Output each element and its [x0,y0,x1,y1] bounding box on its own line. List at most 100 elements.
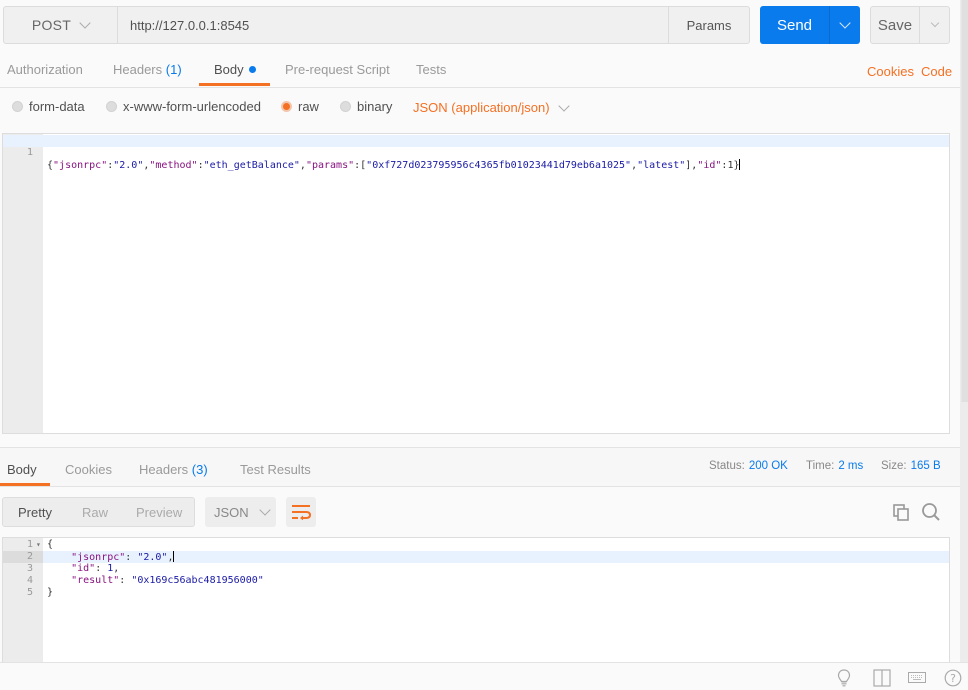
method-select[interactable]: POST [3,6,118,44]
tab-headers[interactable]: Headers (1) [113,62,182,77]
json-string: "2.0" [137,552,168,563]
text-cursor [739,159,741,170]
tips-button[interactable] [835,669,853,687]
json-punct: :[ [354,160,367,171]
json-string: "0xf727d023795956c4365fb01023441d79eb6a1… [366,160,632,171]
response-view-mode: Pretty Raw Preview [2,497,195,527]
radio-raw[interactable]: raw [281,99,319,114]
radio-button-selected[interactable] [281,101,292,112]
tab-headers-label: Headers [113,62,163,77]
json-key: "result" [71,575,120,586]
format-label: JSON [214,504,249,520]
active-tab-indicator [199,83,270,86]
time-value: 2 ms [838,460,864,472]
view-pretty[interactable]: Pretty [18,505,52,520]
radio-button[interactable] [12,101,23,112]
line-number: 1 [26,147,33,158]
radio-button[interactable] [340,101,351,112]
response-time: Time: 2 ms [806,460,863,472]
url-input[interactable]: http://127.0.0.1:8545 [118,6,669,44]
code-text: } [47,587,53,599]
wrap-lines-button[interactable] [286,497,316,527]
code-link[interactable]: Code [921,64,952,79]
help-icon: ? [944,669,962,687]
radio-urlencoded[interactable]: x-www-form-urlencoded [106,99,261,114]
lightbulb-icon [837,669,851,687]
send-dropdown-button[interactable] [829,6,860,44]
text-cursor [173,551,175,562]
send-button[interactable]: Send [760,6,829,44]
keyboard-shortcuts-button[interactable] [908,669,926,687]
tab-tests[interactable]: Tests [416,62,446,77]
size-value: 165 B [910,460,941,472]
tab-pre-request-script[interactable]: Pre-request Script [285,62,390,77]
fold-toggle-icon[interactable]: ▾ [36,539,41,551]
json-punct: ], [685,160,698,171]
save-dropdown-button[interactable] [919,6,950,44]
size-label: Size: [881,460,907,472]
radio-form-data[interactable]: form-data [12,99,85,114]
json-string: "latest" [637,160,686,171]
status-value: 200 OK [748,460,788,472]
modified-dot-icon [248,66,256,73]
tab-authorization[interactable]: Authorization [7,62,83,77]
response-tab-headers[interactable]: Headers (3) [139,462,208,477]
headers-count: (1) [165,62,182,77]
json-string: "0x169c56abc481956000" [131,575,264,586]
json-key: "params" [305,160,355,171]
vertical-scrollbar[interactable] [960,0,968,690]
save-button[interactable]: Save [870,6,920,44]
json-punct: , [113,563,120,574]
view-raw[interactable]: Raw [82,505,108,520]
postman-main: POST http://127.0.0.1:8545 Params Send S… [0,0,960,690]
params-button[interactable]: Params [668,6,750,44]
response-header: Body Cookies Headers (3) Test Results St… [0,447,960,487]
method-label: POST [31,17,72,33]
code-text: { [47,539,53,551]
cookies-link[interactable]: Cookies [867,64,914,79]
response-headers-count: (3) [191,462,208,477]
json-key: "id" [697,160,722,171]
tab-body-label: Body [214,62,244,77]
response-status: Status: 200 OK [709,460,788,472]
response-tab-headers-label: Headers [139,462,189,477]
json-punct: { [47,539,54,550]
scrollbar-thumb[interactable] [961,0,968,402]
editor-line: 1 {"jsonrpc":"2.0","method":"eth_getBala… [3,135,949,171]
code-text: {"jsonrpc":"2.0","method":"eth_getBalanc… [47,159,741,172]
response-tab-cookies[interactable]: Cookies [65,462,112,477]
line-number: 2 [3,551,43,563]
radio-button[interactable] [106,101,117,112]
response-format-select[interactable]: JSON [205,497,276,527]
radio-binary[interactable]: binary [340,99,392,114]
status-bar: ? [0,662,968,690]
copy-icon [893,504,909,521]
svg-text:?: ? [950,672,956,685]
radio-label: x-www-form-urlencoded [123,99,261,114]
radio-label: form-data [29,99,85,114]
copy-button[interactable] [890,501,912,523]
response-line: 3 "id": 1, [3,563,949,575]
json-key: "jsonrpc" [71,552,126,563]
json-key: "jsonrpc" [53,160,108,171]
view-preview[interactable]: Preview [136,505,182,520]
two-pane-icon [873,669,891,687]
two-pane-view-button[interactable] [873,669,891,687]
request-tabs: Authorization Headers (1) Body Pre-reque… [0,52,960,88]
request-body-editor[interactable]: 1 {"jsonrpc":"2.0","method":"eth_getBala… [2,133,950,434]
time-label: Time: [806,460,835,472]
search-button[interactable] [920,501,942,523]
response-body-viewer[interactable]: 1 ▾{2 "jsonrpc": "2.0", 3 "id": 1, 4 "resul… [2,537,950,667]
response-line: 4 "result": "0x169c56abc481956000" [3,575,949,587]
line-number: 3 [26,563,33,574]
url-value: http://127.0.0.1:8545 [130,17,250,33]
line-number: 4 [26,575,33,586]
response-tab-body[interactable]: Body [7,462,37,477]
search-icon [922,503,940,521]
response-tab-test-results[interactable]: Test Results [240,462,311,477]
content-type-select[interactable]: JSON (application/json) [413,99,570,115]
line-number: 1 [26,539,33,550]
tab-body[interactable]: Body [214,62,256,77]
help-button[interactable]: ? [944,669,962,687]
